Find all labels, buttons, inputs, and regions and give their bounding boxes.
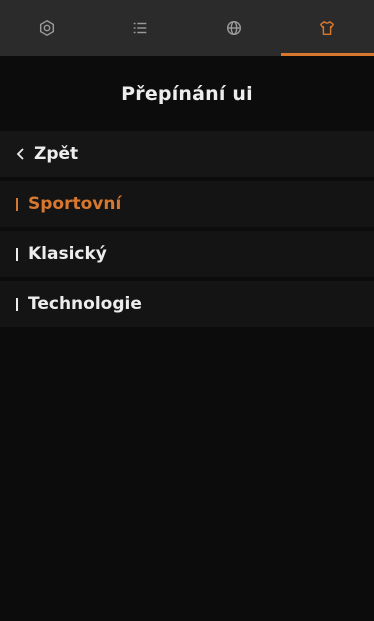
tab-settings[interactable] <box>0 0 94 56</box>
header: Přepínání ui <box>0 56 374 131</box>
menu-item-klasicky[interactable]: Klasický <box>0 231 374 277</box>
menu-item-label: Technologie <box>28 294 142 314</box>
menu-item-label: Sportovní <box>28 194 122 214</box>
back-button[interactable]: Zpět <box>0 131 374 177</box>
tab-globe[interactable] <box>187 0 281 56</box>
settings-icon <box>38 19 56 37</box>
item-marker <box>16 297 18 311</box>
menu-list: Zpět Sportovní Klasický Technologie <box>0 131 374 331</box>
top-tab-bar <box>0 0 374 56</box>
globe-icon <box>225 19 243 37</box>
page-title: Přepínání ui <box>121 82 253 105</box>
tab-list[interactable] <box>94 0 188 56</box>
item-marker <box>16 247 18 261</box>
menu-item-technologie[interactable]: Technologie <box>0 281 374 327</box>
chevron-left-icon <box>16 147 26 161</box>
item-marker <box>16 197 18 211</box>
shirt-icon <box>318 19 336 37</box>
menu-item-label: Klasický <box>28 244 107 264</box>
menu-item-sportovni[interactable]: Sportovní <box>0 181 374 227</box>
ui-switch-screen: Přepínání ui Zpět Sportovní Klasický Tec… <box>0 0 374 621</box>
back-label: Zpět <box>34 144 79 164</box>
list-icon <box>131 19 149 37</box>
tab-theme[interactable] <box>280 0 374 56</box>
